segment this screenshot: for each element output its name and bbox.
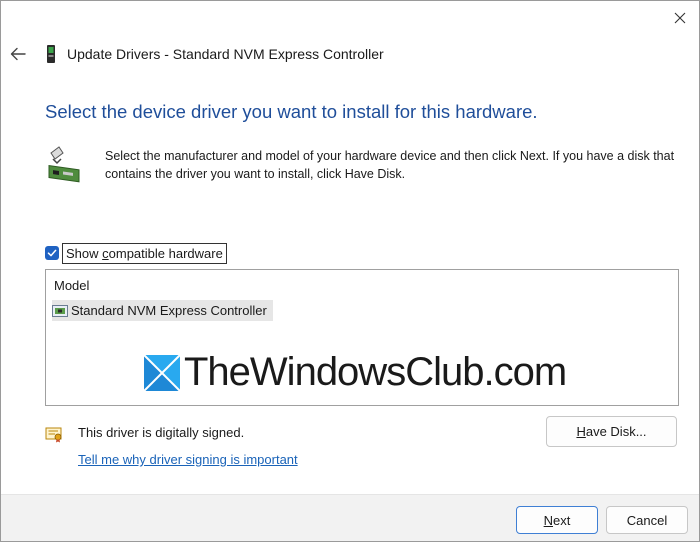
next-accel: N [543, 512, 554, 528]
close-button[interactable] [661, 3, 699, 33]
driver-signing-link[interactable]: Tell me why driver signing is important [78, 452, 298, 467]
next-button[interactable]: Next [516, 506, 598, 534]
close-icon [674, 12, 686, 24]
device-icon [47, 45, 55, 63]
hardware-device-icon [48, 146, 80, 183]
back-button[interactable] [7, 43, 29, 65]
dialog-footer: Next Cancel [1, 494, 699, 541]
checkmark-icon [47, 249, 57, 257]
have-disk-rest: ave Disk... [585, 424, 647, 439]
show-compatible-checkbox[interactable] [45, 246, 59, 260]
certificate-icon [45, 427, 62, 443]
watermark: TheWindowsClub.com [142, 350, 567, 395]
model-column-header: Model [54, 278, 90, 293]
have-disk-accel: H [576, 424, 586, 439]
driver-icon [52, 304, 68, 317]
show-compatible-label[interactable]: Show compatible hardware [62, 243, 227, 264]
watermark-text: TheWindowsClub.com [184, 350, 567, 394]
cancel-button[interactable]: Cancel [606, 506, 688, 534]
model-list[interactable]: Model Standard NVM Express Controller Th… [45, 269, 679, 406]
signed-status-text: This driver is digitally signed. [78, 425, 245, 440]
back-arrow-icon [10, 47, 26, 61]
window-title: Update Drivers - Standard NVM Express Co… [67, 46, 384, 62]
page-heading: Select the device driver you want to ins… [45, 101, 538, 122]
show-compatible-label-prefix: Show [66, 246, 103, 261]
show-compatible-label-rest: ompatible hardware [108, 246, 223, 261]
update-drivers-dialog: Update Drivers - Standard NVM Express Co… [0, 0, 700, 542]
model-list-item-label: Standard NVM Express Controller [71, 303, 267, 318]
next-rest: ext [553, 512, 571, 528]
instructions-text: Select the manufacturer and model of you… [105, 149, 675, 181]
windows-logo-icon [143, 353, 181, 392]
model-list-item[interactable]: Standard NVM Express Controller [52, 300, 273, 321]
have-disk-button[interactable]: Have Disk... [546, 416, 677, 447]
